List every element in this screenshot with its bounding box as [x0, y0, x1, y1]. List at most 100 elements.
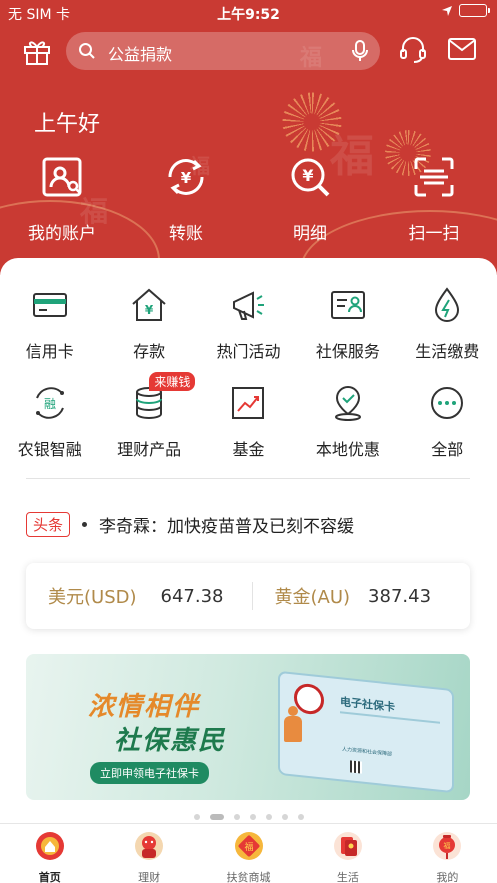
banner-apply-button[interactable]: 立即申领电子社保卡 — [90, 762, 209, 784]
service-social-security[interactable]: 社保服务 — [298, 286, 397, 384]
hero-nav-label: 明细 — [293, 224, 327, 244]
credit-card-icon — [32, 293, 67, 317]
rates-panel[interactable]: 美元(USD) 647.38 黄金(AU) 387.43 — [26, 563, 470, 629]
divider — [26, 478, 470, 479]
main-card: 信用卡 ¥ 存款 热门活动 社保服务 生活缴费 融 农银智融 来赚钱 理财产品 … — [0, 258, 497, 823]
details-button[interactable]: ¥ 明细 — [248, 155, 372, 244]
service-deposit[interactable]: ¥ 存款 — [99, 286, 198, 384]
usd-label: 美元(USD) — [48, 587, 137, 608]
top-bar: 公益捐款 — [0, 30, 497, 72]
tab-home[interactable]: 首页 — [0, 824, 99, 883]
home-icon — [35, 832, 64, 860]
carousel-dot[interactable] — [193, 814, 200, 820]
banner-headline-1: 浓情相伴 — [88, 692, 201, 722]
tab-bar: 首页 理财 福 扶贫商城 生活 福 我的 — [0, 823, 497, 883]
gift-icon[interactable] — [22, 36, 52, 66]
person-body-illustration — [284, 716, 302, 742]
tab-wealth[interactable]: 理财 — [99, 824, 198, 883]
deposit-icon: ¥ — [132, 288, 166, 321]
status-bar: 无 SIM 卡 上午9:52 — [0, 0, 497, 26]
headline-news[interactable]: 头条 李奇霖：加快疫苗普及已刻不容缓 — [26, 510, 470, 538]
emblem-icon — [294, 682, 324, 716]
promo-banner[interactable]: 浓情相伴 社保惠民 立即申领电子社保卡 电子社保卡 人力资源和社会保障部 — [26, 654, 470, 800]
tab-label: 我的 — [436, 871, 459, 883]
headline-tag: 头条 — [26, 511, 71, 537]
service-fund[interactable]: 基金 — [199, 384, 298, 482]
service-row: 融 农银智融 来赚钱 理财产品 基金 本地优惠 全部 — [0, 372, 497, 482]
status-indicators — [441, 4, 490, 17]
search-icon — [79, 43, 95, 59]
card-org: 人力资源和社会保障部 — [342, 746, 393, 758]
svg-text:福: 福 — [444, 841, 451, 850]
quick-actions: 我的账户 ¥ 转账 ¥ 明细 扫一扫 — [0, 155, 497, 244]
firework-decoration — [282, 92, 342, 152]
service-wealth-products[interactable]: 来赚钱 理财产品 — [99, 372, 198, 482]
fund-chart-icon — [232, 387, 265, 419]
mail-icon[interactable] — [448, 38, 476, 60]
service-label: 生活缴费 — [415, 342, 480, 361]
customer-service-icon[interactable] — [398, 34, 428, 64]
service-smart-finance[interactable]: 融 农银智融 — [0, 384, 99, 482]
gold-value: 387.43 — [368, 585, 432, 607]
transfer-button[interactable]: ¥ 转账 — [124, 155, 248, 244]
tab-label: 生活 — [336, 871, 359, 883]
carousel-dot[interactable] — [265, 814, 272, 820]
service-all[interactable]: 全部 — [398, 384, 497, 482]
service-label: 理财产品 — [117, 440, 182, 459]
service-label: 存款 — [133, 342, 166, 361]
service-hot-events[interactable]: 热门活动 — [199, 286, 298, 384]
bullet-icon — [82, 521, 88, 527]
life-icon — [333, 832, 362, 860]
tab-label: 扶贫商城 — [226, 871, 271, 883]
service-label: 农银智融 — [17, 440, 82, 459]
service-label: 基金 — [232, 440, 265, 459]
search-bar[interactable]: 公益捐款 — [66, 32, 380, 70]
carousel-indicator[interactable] — [0, 814, 497, 820]
hero-nav-label: 转账 — [169, 224, 203, 244]
carousel-dot[interactable] — [281, 814, 288, 820]
person-head-illustration — [288, 706, 298, 716]
battery-icon — [459, 4, 490, 17]
header-banner: 福 福 福 福 无 SIM 卡 上午9:52 公益捐款 上午好 我的账户 ¥ 转… — [0, 0, 497, 275]
account-icon — [42, 157, 82, 197]
service-utilities[interactable]: 生活缴费 — [398, 286, 497, 384]
promo-badge: 来赚钱 — [149, 372, 196, 391]
svg-text:福: 福 — [244, 841, 253, 853]
megaphone-icon — [233, 291, 265, 320]
scan-icon — [414, 157, 454, 197]
qr-code-icon — [350, 760, 362, 774]
service-credit-card[interactable]: 信用卡 — [0, 286, 99, 384]
tab-label: 理财 — [138, 871, 161, 883]
search-placeholder: 公益捐款 — [108, 45, 173, 64]
wealth-icon — [135, 832, 164, 860]
tab-profile[interactable]: 福 我的 — [398, 824, 497, 883]
social-security-icon — [330, 291, 365, 319]
carousel-dot[interactable] — [233, 814, 240, 820]
tab-label: 首页 — [38, 871, 61, 883]
tab-life[interactable]: 生活 — [298, 824, 397, 883]
svg-text:融: 融 — [44, 397, 56, 411]
smart-finance-icon: 融 — [35, 387, 64, 419]
location-arrow-icon — [442, 5, 452, 16]
tab-mall[interactable]: 福 扶贫商城 — [199, 824, 298, 883]
svg-text:¥: ¥ — [145, 303, 154, 317]
carousel-dot[interactable] — [297, 814, 304, 820]
microphone-icon[interactable] — [352, 40, 368, 62]
utility-icon — [435, 287, 460, 322]
my-account-button[interactable]: 我的账户 — [0, 155, 124, 244]
scan-button[interactable]: 扫一扫 — [372, 155, 496, 244]
details-icon: ¥ — [291, 158, 330, 197]
more-icon — [431, 387, 464, 419]
usd-value: 647.38 — [160, 585, 224, 607]
svg-text:¥: ¥ — [302, 166, 313, 185]
greeting: 上午好 — [34, 112, 101, 137]
service-row: 信用卡 ¥ 存款 热门活动 社保服务 生活缴费 — [0, 286, 497, 384]
carousel-dot-active[interactable] — [209, 814, 224, 820]
headline-text: 李奇霖：加快疫苗普及已刻不容缓 — [99, 516, 355, 537]
service-local-deals[interactable]: 本地优惠 — [298, 384, 397, 482]
service-label: 本地优惠 — [315, 440, 380, 459]
location-icon — [334, 385, 361, 421]
profile-icon: 福 — [433, 832, 462, 860]
carousel-dot[interactable] — [249, 814, 256, 820]
social-security-card-illustration: 电子社保卡 人力资源和社会保障部 — [278, 670, 454, 794]
